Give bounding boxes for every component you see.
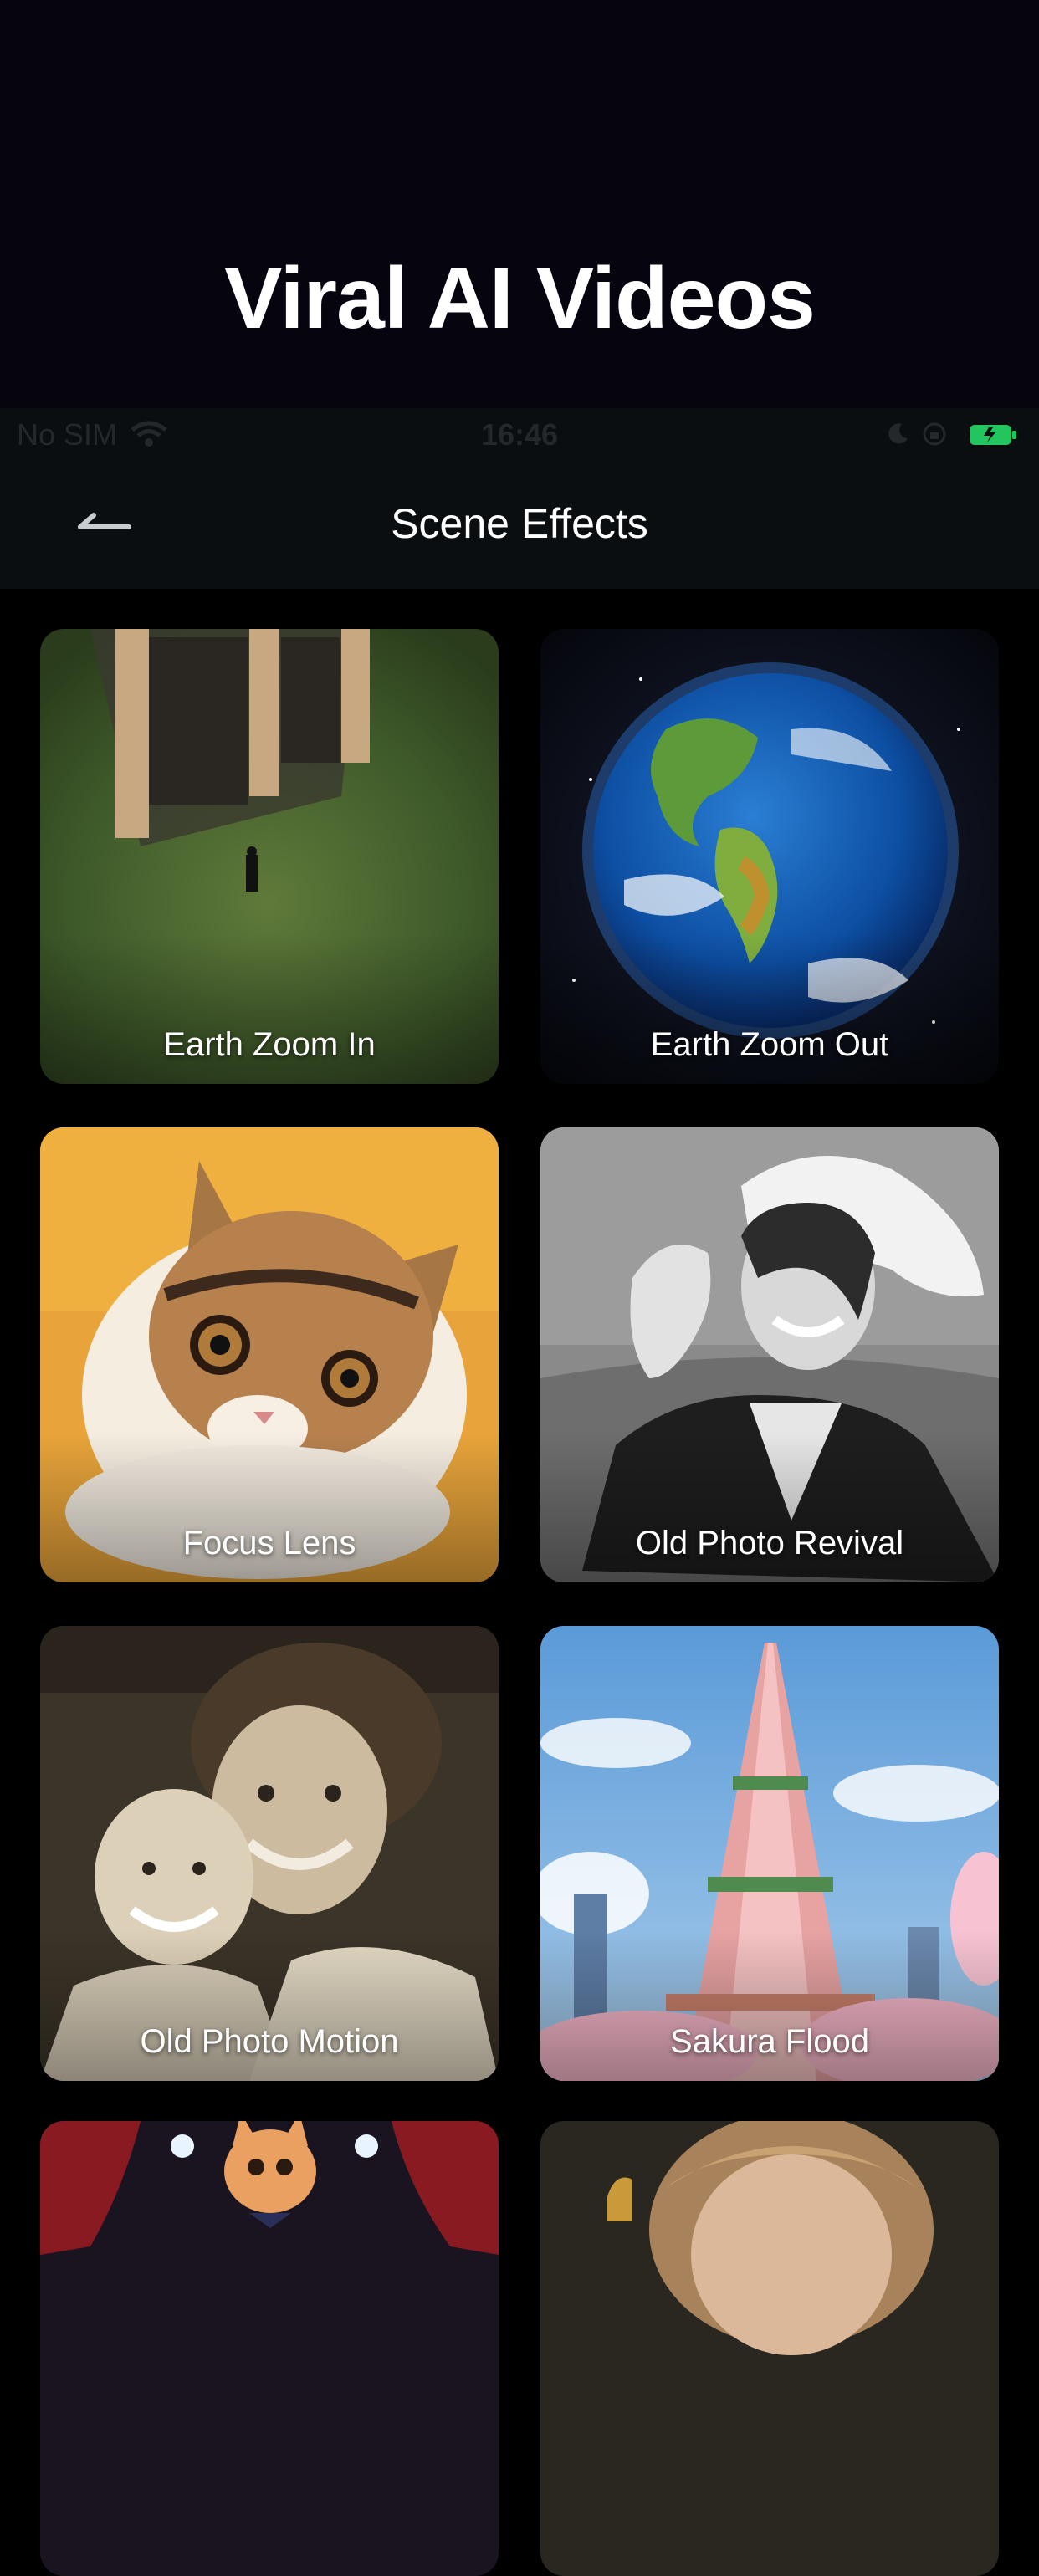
effect-thumbnail [540, 2121, 999, 2576]
promo-banner: Viral AI Videos [0, 0, 1039, 408]
effect-label: Old Photo Revival [635, 1525, 904, 1561]
effect-card-earth-zoom-in[interactable]: Earth Zoom In [40, 629, 499, 1084]
effect-label: Earth Zoom In [163, 1026, 376, 1063]
effect-card-old-photo-revival[interactable]: Old Photo Revival [540, 1127, 999, 1582]
effect-card-earth-zoom-out[interactable]: Earth Zoom Out [540, 629, 999, 1084]
battery-icon [970, 425, 1016, 445]
effect-card-7[interactable] [40, 2121, 499, 2576]
banner-title: Viral AI Videos [224, 250, 816, 347]
effect-thumbnail [40, 2121, 499, 2576]
navigation-bar: Scene Effects [0, 460, 1039, 589]
effect-card-sakura-flood[interactable]: Sakura Flood [540, 1626, 999, 2081]
moon-icon [888, 423, 908, 444]
effect-card-old-photo-motion[interactable]: Old Photo Motion [40, 1626, 499, 2081]
effect-label: Earth Zoom Out [650, 1026, 889, 1063]
page-title: Scene Effects [391, 500, 648, 547]
status-bar: No SIM 16:46 [0, 408, 1039, 460]
status-time: 16:46 [480, 417, 559, 452]
effect-card-8[interactable] [540, 2121, 999, 2576]
effect-label: Old Photo Motion [140, 2023, 399, 2060]
effect-label: Sakura Flood [670, 2023, 869, 2060]
orientation-lock-icon [923, 422, 946, 446]
effects-grid: Earth Zoom In Earth Zoom Out Focus Lens … [0, 589, 1039, 2576]
effect-label: Focus Lens [182, 1525, 356, 1561]
effect-card-focus-lens[interactable]: Focus Lens [40, 1127, 499, 1582]
